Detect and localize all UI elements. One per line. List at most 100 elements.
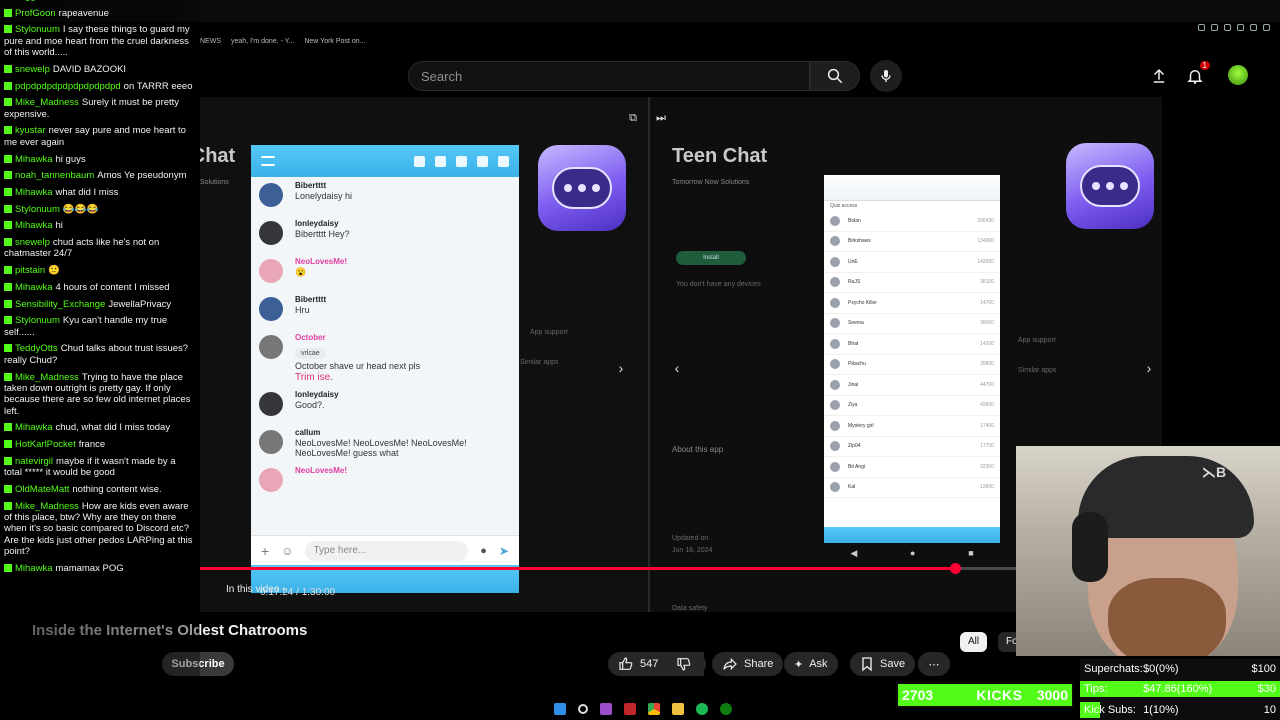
chat-username[interactable]: Sensibility_Exchange bbox=[15, 299, 105, 310]
save-button[interactable]: Save bbox=[850, 652, 916, 676]
superchats-value: $0(0%) bbox=[1143, 663, 1179, 675]
camera-app-icon[interactable] bbox=[600, 703, 612, 715]
ask-button[interactable]: ✦ Ask bbox=[784, 652, 838, 676]
chat-text: JewellaPrivacy bbox=[108, 298, 172, 310]
chat-username[interactable]: TeddyOtts bbox=[15, 343, 58, 354]
voice-search-button[interactable] bbox=[870, 60, 902, 92]
spotify-icon[interactable] bbox=[696, 703, 708, 715]
chat-username[interactable]: snewelp bbox=[15, 64, 50, 75]
room-count: 32300 bbox=[980, 463, 994, 470]
chat-message: Mihawka mamamax POG bbox=[4, 563, 196, 574]
user-avatar bbox=[259, 335, 283, 359]
room-row: Jinal 44700 bbox=[824, 375, 1000, 396]
dislike-button[interactable] bbox=[666, 652, 706, 676]
room-avatar bbox=[830, 277, 840, 288]
chat-username[interactable]: Mike_Madness bbox=[15, 97, 79, 108]
bookmark-star-icon[interactable] bbox=[1224, 24, 1231, 31]
chat-username[interactable]: Mihawka bbox=[15, 154, 53, 165]
create-button[interactable] bbox=[1148, 65, 1170, 87]
chat-text: DAVID BAZOOKI bbox=[52, 63, 127, 75]
chat-username[interactable]: Stylonuum bbox=[15, 315, 60, 326]
message-text: 😮 bbox=[295, 267, 307, 277]
share-button[interactable]: Share bbox=[712, 652, 784, 676]
chat-username[interactable]: pitstain bbox=[15, 265, 45, 276]
room-list-screenshot: Quiz access Bolan 206430 Birkshaws 134000 Un… bbox=[824, 175, 1000, 543]
chat-username[interactable]: Mihawka bbox=[15, 220, 53, 231]
menu-icon[interactable] bbox=[1263, 24, 1270, 31]
chat-username[interactable]: pdpdpdpdpdpdpdpdpdpd bbox=[15, 81, 121, 92]
room-name: Kal bbox=[848, 484, 856, 491]
chevron-right-icon[interactable]: › bbox=[612, 359, 630, 377]
chat-username[interactable]: Stylonuum bbox=[15, 24, 60, 35]
windows-taskbar bbox=[554, 700, 732, 718]
folder-icon[interactable] bbox=[672, 703, 684, 715]
room-avatar bbox=[830, 461, 840, 472]
chat-username[interactable]: ProfGoon bbox=[15, 8, 56, 19]
chat-username[interactable]: HotKarlPocket bbox=[15, 439, 76, 450]
filter-chip-all[interactable]: All bbox=[960, 632, 988, 652]
room-row: Kal 12600 bbox=[824, 478, 1000, 498]
search-icon[interactable] bbox=[578, 704, 588, 714]
chat-username[interactable]: Mike_Madness bbox=[15, 501, 79, 512]
room-count: 12600 bbox=[980, 484, 994, 491]
data-safety-label: Data safety bbox=[672, 605, 708, 612]
room-list: Bolan 206430 Birkshaws 134000 UnE 142000 RaJS 3… bbox=[824, 211, 1000, 498]
chrome-icon[interactable] bbox=[648, 703, 660, 715]
miniplayer-icon[interactable]: ⧉ bbox=[626, 111, 640, 125]
zoom-icon[interactable] bbox=[1198, 24, 1205, 31]
search-button[interactable] bbox=[810, 61, 860, 91]
user-avatar bbox=[259, 297, 283, 321]
bookmark-icon bbox=[862, 657, 872, 672]
extension-icon[interactable] bbox=[1211, 24, 1218, 31]
room-name: RaJS bbox=[848, 279, 861, 286]
message-username: lonleydaisy bbox=[295, 390, 339, 399]
message-username: lonleydaisy bbox=[295, 219, 339, 228]
app-support-label: App support bbox=[1018, 337, 1056, 344]
room-avatar bbox=[830, 256, 840, 267]
chat-message: Sensibility_Exchange JewellaPrivacy bbox=[4, 299, 196, 310]
kick-badge-icon bbox=[4, 8, 12, 17]
download-icon[interactable] bbox=[1237, 24, 1244, 31]
next-icon[interactable]: ⏭ bbox=[654, 111, 668, 125]
kick-badge-icon bbox=[4, 423, 12, 432]
bookmark[interactable]: yeah, I'm done. - Y... bbox=[231, 38, 294, 52]
kick-badge-icon bbox=[4, 221, 12, 230]
chat-username[interactable]: Stylonuum bbox=[15, 204, 60, 215]
room-avatar bbox=[830, 482, 840, 493]
chat-app-message: NeoLovesMe! 😮 bbox=[251, 253, 519, 291]
chat-username[interactable]: Mihawka bbox=[15, 187, 53, 198]
windows-icon[interactable] bbox=[554, 703, 566, 715]
tips-value: $47.86(160%) bbox=[1143, 683, 1213, 696]
room-row: Bolan 206430 bbox=[824, 211, 1000, 232]
room-row: Bit Angi 32300 bbox=[824, 457, 1000, 478]
chat-message: OldMateMatt nothing content wise. bbox=[4, 484, 196, 495]
account-avatar[interactable] bbox=[1228, 65, 1248, 85]
chat-username[interactable]: Mihawka bbox=[15, 563, 53, 574]
screen-recorder-icon[interactable] bbox=[624, 703, 636, 715]
kick-badge-icon bbox=[4, 98, 12, 107]
chevron-right-icon[interactable]: › bbox=[1140, 359, 1158, 377]
chat-username[interactable]: Mihawka bbox=[15, 422, 53, 433]
chat-username[interactable]: Mihawka bbox=[15, 282, 53, 293]
search-input[interactable]: Search bbox=[408, 61, 810, 91]
room-avatar bbox=[830, 338, 840, 349]
kick-badge-icon bbox=[4, 266, 12, 275]
chat-username[interactable]: OldMateMatt bbox=[15, 484, 69, 495]
chat-username[interactable]: Mike_Madness bbox=[15, 372, 79, 383]
bookmark[interactable]: NEWS bbox=[200, 38, 221, 52]
chat-username[interactable]: kyustar bbox=[15, 125, 46, 136]
chat-username[interactable]: snewelp bbox=[15, 237, 50, 248]
chat-username[interactable]: natevirgil bbox=[15, 456, 53, 467]
chevron-left-icon[interactable]: ‹ bbox=[668, 359, 686, 377]
bookmark[interactable]: New York Post on... bbox=[304, 38, 365, 52]
notifications-button[interactable]: 1 bbox=[1184, 61, 1210, 87]
flag-icon bbox=[477, 155, 488, 167]
chapter-link[interactable]: In this video › bbox=[226, 584, 285, 595]
xbox-icon[interactable] bbox=[720, 703, 732, 715]
chat-username[interactable]: noah_tannenbaum bbox=[15, 170, 94, 181]
more-actions-button[interactable]: ⋯ bbox=[918, 652, 950, 676]
like-count: 547 bbox=[640, 658, 659, 670]
chat-username[interactable]: Jaggernautxx bbox=[15, 0, 72, 2]
profile-icon[interactable] bbox=[1250, 24, 1257, 31]
room-row: RaJS 38100 bbox=[824, 273, 1000, 293]
